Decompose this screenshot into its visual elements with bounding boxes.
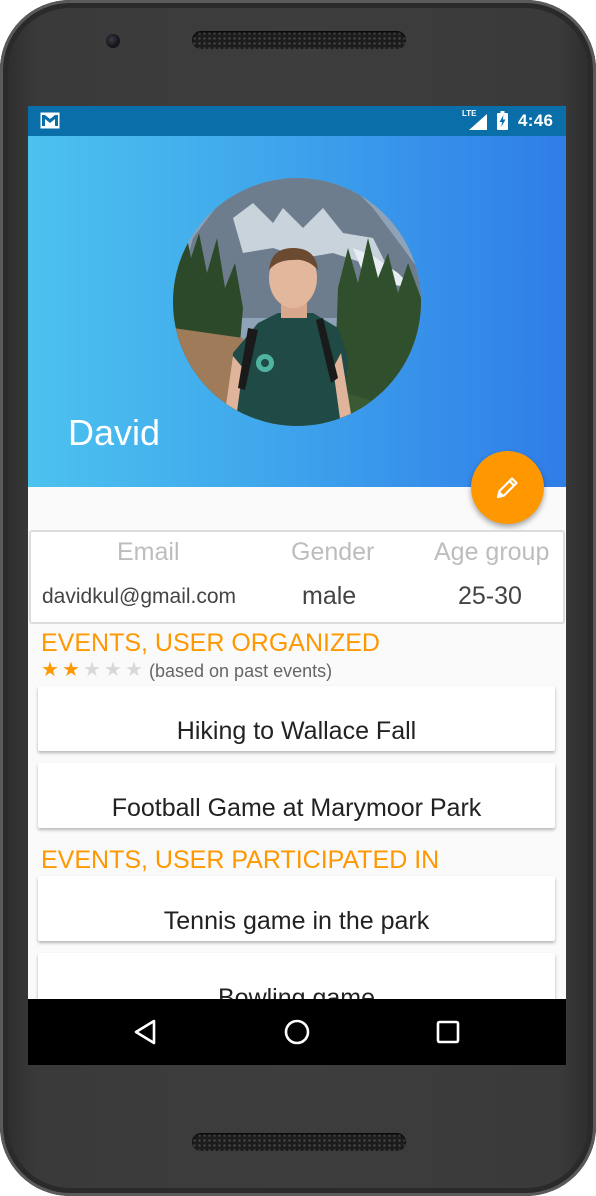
email-label: Email [117, 538, 180, 566]
recents-square-icon[interactable] [429, 1013, 467, 1051]
user-name: David [68, 412, 161, 453]
earpiece-speaker [192, 31, 406, 49]
clock: 4:46 [518, 111, 554, 130]
gender-value: male [302, 582, 357, 610]
event-title: Football Game at Marymoor Park [111, 794, 482, 822]
participated-section-title: EVENTS, USER PARTICIPATED IN [41, 846, 440, 874]
age-group-label: Age group [434, 538, 550, 566]
status-bar: LTE 4:46 [28, 106, 566, 136]
star-icon: ★ [104, 659, 122, 681]
back-triangle-icon[interactable] [127, 1013, 165, 1051]
event-title: Tennis game in the park [163, 907, 430, 935]
event-card[interactable]: Hiking to Wallace Fall [38, 686, 555, 751]
age-group-value: 25-30 [458, 582, 522, 610]
email-value: davidkul@gmail.com [42, 585, 237, 608]
gender-label: Gender [291, 538, 375, 566]
edit-profile-button[interactable] [471, 451, 544, 524]
profile-header: David [28, 136, 566, 487]
user-info-card: Email Gender Age group davidkul@gmail.co… [29, 530, 565, 624]
device-frame: LTE 4:46 David Email Gender Age group da… [0, 0, 596, 1196]
event-card[interactable]: Tennis game in the park [38, 876, 555, 941]
event-card[interactable]: Football Game at Marymoor Park [38, 763, 555, 828]
profile-photo [173, 178, 421, 426]
signal-icon [469, 114, 487, 130]
organized-section-title: EVENTS, USER ORGANIZED [41, 629, 380, 657]
front-camera [106, 34, 120, 48]
home-circle-icon[interactable] [278, 1013, 316, 1051]
navigation-bar [28, 999, 566, 1065]
pencil-icon [496, 477, 518, 499]
star-icon: ★ [125, 659, 143, 681]
star-icon: ★ [62, 659, 80, 681]
gmail-icon [40, 112, 60, 129]
event-title: Hiking to Wallace Fall [176, 717, 417, 745]
rating-note: (based on past events) [149, 661, 333, 681]
bottom-speaker [192, 1133, 406, 1151]
battery-charging-icon [497, 111, 508, 130]
app-screen: LTE 4:46 David Email Gender Age group da… [28, 106, 566, 1065]
star-icon: ★ [41, 659, 59, 681]
star-icon: ★ [83, 659, 101, 681]
